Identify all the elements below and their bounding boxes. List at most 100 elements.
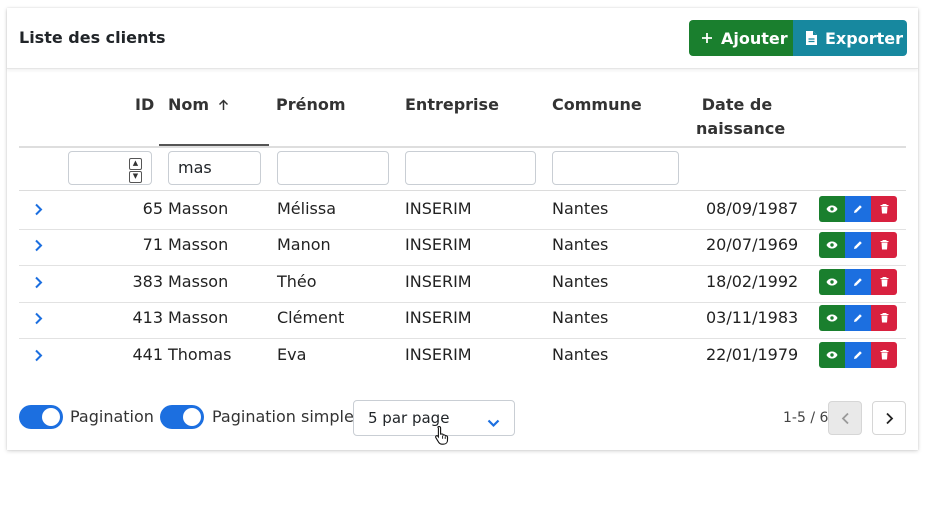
column-header-naissance-line1: Date de bbox=[701, 95, 773, 114]
stepper-down-icon[interactable]: ▼ bbox=[129, 171, 142, 183]
eye-icon bbox=[826, 241, 838, 249]
cell-commune: Nantes bbox=[552, 235, 609, 254]
delete-button[interactable] bbox=[871, 196, 897, 222]
pencil-icon bbox=[853, 240, 863, 250]
eye-icon bbox=[826, 205, 838, 213]
chevron-right-icon[interactable] bbox=[34, 191, 43, 227]
view-button[interactable] bbox=[819, 305, 845, 331]
cell-prenom: Mélissa bbox=[277, 199, 337, 218]
cell-id: 441 bbox=[132, 345, 163, 364]
chevron-right-icon[interactable] bbox=[34, 227, 43, 263]
cell-nom: Masson bbox=[168, 272, 229, 291]
file-icon bbox=[806, 31, 817, 45]
table-row: 413 Masson Clément INSERIM Nantes 03/11/1983 bbox=[19, 300, 906, 336]
next-page-button[interactable] bbox=[872, 401, 906, 435]
cell-commune: Nantes bbox=[552, 199, 609, 218]
cell-nom: Masson bbox=[168, 235, 229, 254]
cell-commune: Nantes bbox=[552, 345, 609, 364]
hand-cursor-icon bbox=[434, 425, 452, 449]
row-actions bbox=[819, 342, 897, 368]
cell-nom: Masson bbox=[168, 308, 229, 327]
chevron-down-icon bbox=[487, 413, 500, 432]
add-button[interactable]: Ajouter bbox=[689, 20, 793, 56]
arrow-up-icon bbox=[218, 99, 229, 111]
edit-button[interactable] bbox=[845, 196, 871, 222]
cell-entreprise: INSERIM bbox=[405, 199, 472, 218]
row-actions bbox=[819, 196, 897, 222]
cell-id: 413 bbox=[132, 308, 163, 327]
column-header-id[interactable]: ID bbox=[135, 93, 154, 117]
cell-prenom: Manon bbox=[277, 235, 331, 254]
cell-id: 71 bbox=[142, 235, 163, 254]
delete-button[interactable] bbox=[871, 305, 897, 331]
page-count: 1-5 / 6 bbox=[783, 410, 829, 426]
pagination-toggle[interactable] bbox=[19, 405, 63, 429]
column-header-entreprise[interactable]: Entreprise bbox=[405, 93, 499, 117]
chevron-left-icon bbox=[841, 412, 850, 425]
edit-button[interactable] bbox=[845, 269, 871, 295]
edit-button[interactable] bbox=[845, 342, 871, 368]
cell-naissance: 18/02/1992 bbox=[706, 272, 799, 291]
column-header-commune[interactable]: Commune bbox=[552, 93, 642, 117]
pagination-label: Pagination bbox=[70, 407, 154, 426]
column-header-nom-label: Nom bbox=[168, 95, 210, 114]
table-row: 441 Thomas Eva INSERIM Nantes 22/01/1979 bbox=[19, 337, 906, 373]
card-header: Liste des clients Ajouter Exporter bbox=[7, 8, 918, 69]
eye-icon bbox=[826, 278, 838, 286]
cell-prenom: Clément bbox=[277, 308, 345, 327]
prenom-filter-input[interactable] bbox=[277, 151, 389, 185]
clients-card: Liste des clients Ajouter Exporter ID No… bbox=[7, 8, 918, 450]
row-divider bbox=[19, 338, 906, 339]
delete-button[interactable] bbox=[871, 342, 897, 368]
cell-naissance: 20/07/1969 bbox=[706, 235, 799, 254]
cell-id: 65 bbox=[142, 199, 163, 218]
chevron-right-icon bbox=[885, 412, 894, 425]
cell-id: 383 bbox=[132, 272, 163, 291]
row-actions bbox=[819, 269, 897, 295]
pencil-icon bbox=[853, 313, 863, 323]
plus-icon bbox=[701, 32, 713, 44]
cell-entreprise: INSERIM bbox=[405, 345, 472, 364]
prev-page-button[interactable] bbox=[828, 401, 862, 435]
trash-icon bbox=[880, 350, 889, 360]
stepper-up-icon[interactable]: ▲ bbox=[129, 158, 142, 170]
trash-icon bbox=[880, 313, 889, 323]
cell-prenom: Théo bbox=[277, 272, 317, 291]
page-title: Liste des clients bbox=[19, 28, 166, 47]
delete-button[interactable] bbox=[871, 232, 897, 258]
chevron-right-icon[interactable] bbox=[34, 300, 43, 336]
view-button[interactable] bbox=[819, 232, 845, 258]
table-row: 71 Masson Manon INSERIM Nantes 20/07/1969 bbox=[19, 227, 906, 263]
chevron-right-icon[interactable] bbox=[34, 337, 43, 373]
simple-pagination-toggle[interactable] bbox=[160, 405, 204, 429]
column-header-naissance-line2: naissance bbox=[696, 119, 786, 138]
view-button[interactable] bbox=[819, 196, 845, 222]
edit-button[interactable] bbox=[845, 232, 871, 258]
table-row: 65 Masson Mélissa INSERIM Nantes 08/09/1987 bbox=[19, 191, 906, 227]
cell-prenom: Eva bbox=[277, 345, 307, 364]
cell-nom: Thomas bbox=[168, 345, 232, 364]
delete-button[interactable] bbox=[871, 269, 897, 295]
row-divider bbox=[19, 229, 906, 230]
edit-button[interactable] bbox=[845, 305, 871, 331]
chevron-right-icon[interactable] bbox=[34, 264, 43, 300]
column-header-nom[interactable]: Nom bbox=[168, 93, 229, 117]
view-button[interactable] bbox=[819, 269, 845, 295]
nom-filter-input[interactable]: mas bbox=[168, 151, 261, 185]
cell-naissance: 22/01/1979 bbox=[706, 345, 799, 364]
commune-filter-input[interactable] bbox=[552, 151, 679, 185]
header-actions: Ajouter Exporter bbox=[689, 20, 907, 56]
id-filter-input[interactable]: ▲ ▼ bbox=[68, 151, 152, 185]
column-header-prenom[interactable]: Prénom bbox=[276, 93, 346, 117]
eye-icon bbox=[826, 351, 838, 359]
column-header-naissance[interactable]: Date de naissance bbox=[696, 93, 786, 141]
view-button[interactable] bbox=[819, 342, 845, 368]
export-button[interactable]: Exporter bbox=[793, 20, 907, 56]
number-stepper[interactable]: ▲ ▼ bbox=[129, 158, 142, 183]
pencil-icon bbox=[853, 350, 863, 360]
cell-entreprise: INSERIM bbox=[405, 308, 472, 327]
trash-icon bbox=[880, 277, 889, 287]
pencil-icon bbox=[853, 204, 863, 214]
cell-entreprise: INSERIM bbox=[405, 235, 472, 254]
entreprise-filter-input[interactable] bbox=[405, 151, 536, 185]
